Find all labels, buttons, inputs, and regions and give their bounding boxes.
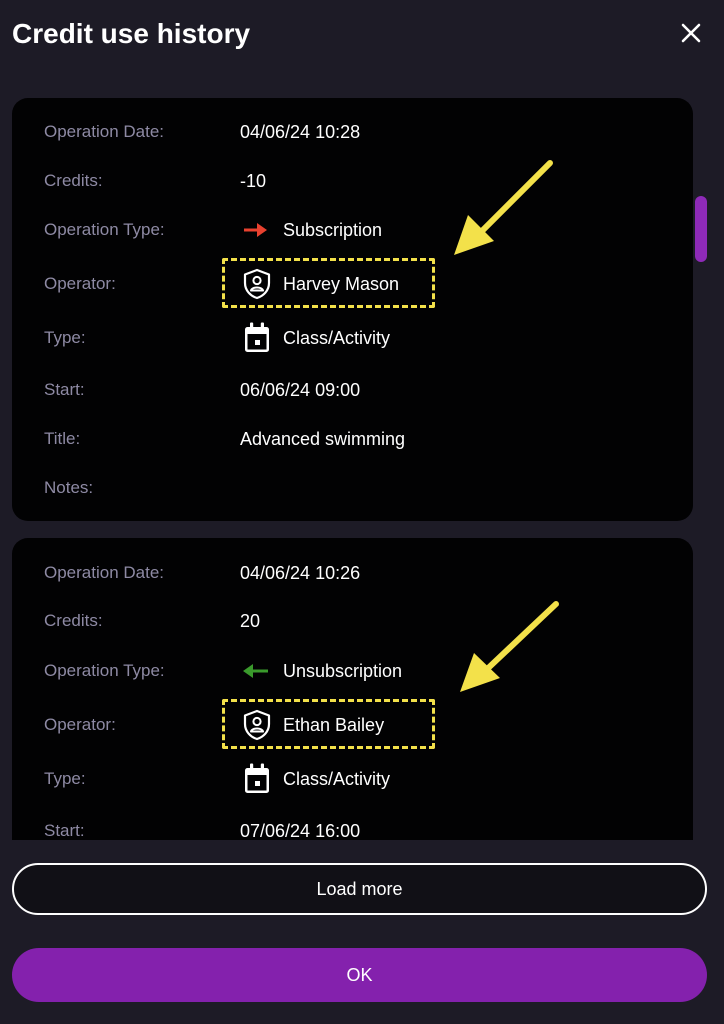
scrollbar-thumb[interactable] — [695, 196, 707, 262]
start-value: 06/06/24 09:00 — [240, 379, 361, 400]
dialog-header: Credit use history — [0, 0, 724, 80]
operation-date-row: Operation Date: 04/06/24 10:28 — [12, 112, 693, 152]
annotation-arrow-icon — [460, 601, 559, 692]
operation-type-value: Unsubscription — [240, 661, 402, 682]
type-row: Type: Class/Activity — [12, 318, 693, 358]
load-more-button[interactable]: Load more — [12, 863, 707, 915]
operation-type-label: Operation Type: — [44, 220, 165, 239]
type-text: Class/Activity — [283, 768, 391, 789]
history-card: Operation Date: 04/06/24 10:26 Credits: … — [12, 538, 693, 840]
operation-date-row: Operation Date: 04/06/24 10:26 — [12, 553, 693, 593]
credits-row: Credits: 20 — [12, 601, 693, 641]
close-button[interactable] — [676, 18, 706, 48]
operator-highlight-box — [222, 699, 435, 749]
close-icon — [681, 23, 701, 43]
operation-type-row: Operation Type: Unsubscription — [12, 651, 693, 691]
type-value: Class/Activity — [240, 762, 390, 796]
type-label: Type: — [44, 328, 86, 347]
ok-button[interactable]: OK — [12, 948, 707, 1002]
credits-value: -10 — [240, 170, 267, 191]
operation-date-value: 04/06/24 10:28 — [240, 121, 361, 142]
title-row: Title: Advanced swimming — [12, 419, 693, 459]
operation-date-label: Operation Date: — [44, 563, 165, 582]
calendar-icon — [240, 762, 274, 796]
type-label: Type: — [44, 769, 86, 788]
operator-label: Operator: — [44, 274, 116, 293]
operation-type-value: Subscription — [240, 220, 382, 241]
title-value: Advanced swimming — [240, 428, 406, 449]
calendar-icon — [240, 321, 274, 355]
credits-row: Credits: -10 — [12, 161, 693, 201]
credits-label: Credits: — [44, 171, 103, 190]
type-text: Class/Activity — [283, 327, 391, 348]
type-row: Type: Class/Activity — [12, 759, 693, 799]
credits-value: 20 — [240, 610, 261, 631]
operation-type-row: Operation Type: Subscription — [12, 210, 693, 250]
type-value: Class/Activity — [240, 321, 390, 355]
operator-highlight-box — [222, 258, 435, 308]
arrow-right-icon — [240, 220, 274, 240]
operation-type-text: Unsubscription — [283, 660, 403, 681]
title-label: Title: — [44, 429, 81, 448]
start-label: Start: — [44, 380, 85, 399]
start-row: Start: 06/06/24 09:00 — [12, 370, 693, 410]
notes-label: Notes: — [44, 478, 94, 497]
operation-type-label: Operation Type: — [44, 661, 165, 680]
credits-label: Credits: — [44, 611, 103, 630]
start-row: Start: 07/06/24 16:00 — [12, 811, 693, 841]
dialog-footer: Load more OK — [0, 840, 724, 1024]
notes-row: Notes: — [12, 468, 693, 508]
start-label: Start: — [44, 821, 85, 840]
start-value: 07/06/24 16:00 — [240, 820, 361, 841]
operation-type-text: Subscription — [283, 219, 383, 240]
operation-date-value: 04/06/24 10:26 — [240, 562, 361, 583]
dialog-title: Credit use history — [12, 18, 251, 49]
operation-date-label: Operation Date: — [44, 122, 165, 141]
annotation-arrow-icon — [454, 160, 553, 255]
operator-label: Operator: — [44, 715, 116, 734]
arrow-left-icon — [240, 661, 274, 681]
history-card: Operation Date: 04/06/24 10:28 Credits: … — [12, 98, 693, 521]
